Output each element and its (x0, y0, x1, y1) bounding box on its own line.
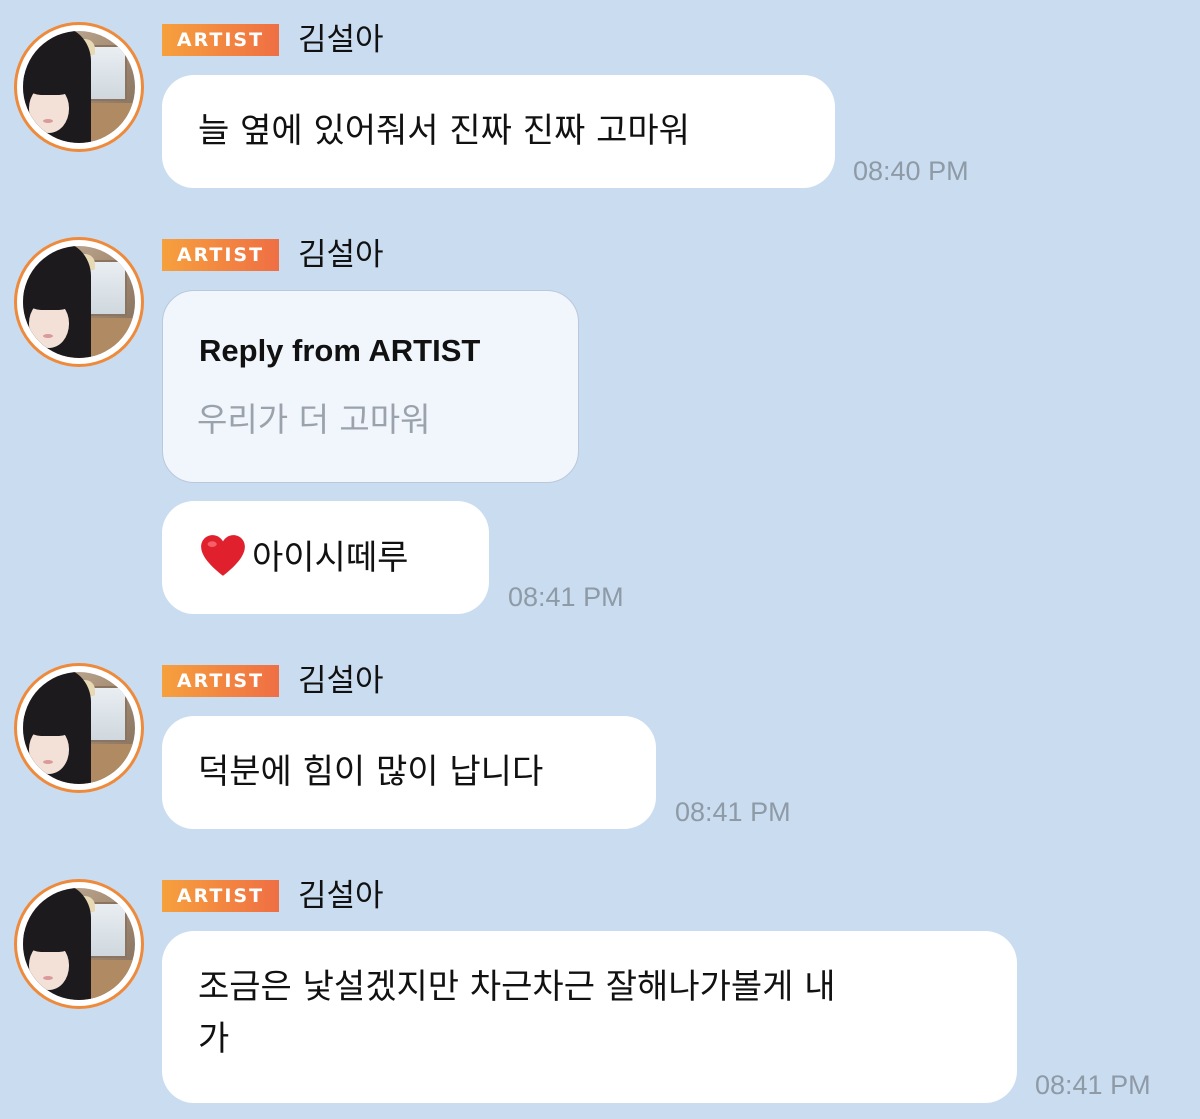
message-bubble[interactable]: 늘 옆에 있어줘서 진짜 진짜 고마워 (162, 75, 835, 188)
reply-quote: 우리가 더 고마워 (197, 400, 431, 439)
reply-bubble[interactable]: Reply from ARTIST 우리가 더 고마워 (162, 290, 579, 483)
artist-avatar[interactable] (14, 879, 144, 1009)
message-text-content: 아이시떼루 (252, 538, 409, 578)
sender-name: 김설아 (298, 237, 384, 273)
message-timestamp: 08:41 PM (508, 582, 624, 612)
message-bubble[interactable]: 덕분에 힘이 많이 납니다 (162, 716, 656, 829)
message-text-line-2: 가 (198, 1019, 230, 1059)
message-timestamp: 08:40 PM (853, 156, 969, 186)
avatar-photo (23, 246, 135, 358)
avatar-photo (23, 672, 135, 784)
avatar-photo (23, 888, 135, 1000)
message-text: 아이시떼루 (198, 531, 453, 584)
artist-badge: ARTIST (162, 880, 279, 912)
sender-name: 김설아 (298, 663, 384, 699)
message-bubble[interactable]: 아이시떼루 (162, 501, 489, 614)
message-text: 늘 옆에 있어줘서 진짜 진짜 고마워 (198, 111, 690, 151)
artist-badge: ARTIST (162, 239, 279, 271)
artist-badge: ARTIST (162, 665, 279, 697)
sender-name: 김설아 (298, 878, 384, 914)
avatar-photo (23, 31, 135, 143)
artist-avatar[interactable] (14, 237, 144, 367)
reply-title: Reply from ARTIST (199, 333, 481, 368)
message-timestamp: 08:41 PM (1035, 1070, 1151, 1100)
message-text-line-1: 조금은 낯설겠지만 차근차근 잘해나가볼게 내 (198, 967, 836, 1007)
message-timestamp: 08:41 PM (675, 797, 791, 827)
sender-name: 김설아 (298, 22, 384, 58)
message-text: 덕분에 힘이 많이 납니다 (198, 752, 544, 792)
artist-avatar[interactable] (14, 663, 144, 793)
artist-avatar[interactable] (14, 22, 144, 152)
artist-badge: ARTIST (162, 24, 279, 56)
message-bubble[interactable]: 조금은 낯설겠지만 차근차근 잘해나가볼게 내 가 (162, 931, 1017, 1103)
heart-icon (201, 535, 245, 576)
